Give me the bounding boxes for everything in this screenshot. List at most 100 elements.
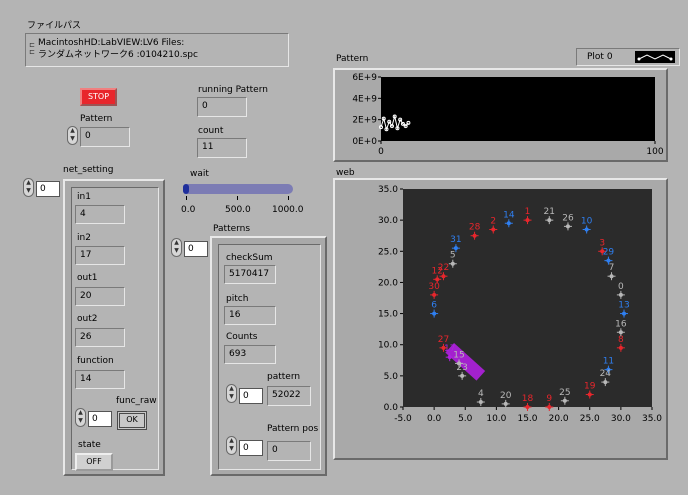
y-tick-label: 35.0	[378, 185, 398, 195]
node-label: 24	[600, 369, 612, 379]
pattern-control-label: Pattern	[80, 114, 113, 124]
web-graph-label: web	[336, 168, 355, 178]
node-label: 7	[609, 263, 615, 273]
node-label: 14	[503, 210, 515, 220]
patterns-index-input[interactable]: 0	[184, 241, 208, 257]
pattern-control-input[interactable]: 0	[80, 127, 130, 147]
pattern-value-indicator: 52022	[267, 386, 311, 406]
function-indicator: 14	[75, 370, 125, 389]
node-point	[472, 233, 477, 238]
node-label: 29	[603, 248, 615, 258]
state-toggle[interactable]: OFF	[75, 453, 113, 471]
counts-indicator: 693	[224, 345, 276, 364]
plot-area	[381, 77, 655, 141]
node-label: 26	[562, 213, 574, 223]
func-raw-label: func_raw	[116, 396, 157, 406]
wait-slider-track[interactable]	[183, 184, 293, 194]
node-point	[503, 401, 508, 406]
node-point	[453, 246, 458, 251]
func-raw-input[interactable]: 0	[88, 411, 112, 427]
node-label: 10	[581, 216, 593, 226]
y-tick-label: 0.0	[384, 403, 399, 413]
pattern-pos-index-input[interactable]: 0	[239, 440, 263, 456]
node-label: 2	[490, 216, 496, 226]
y-tick-label: 0E+0	[352, 137, 377, 147]
node-point	[547, 405, 552, 409]
checksum-indicator: 5170417	[224, 265, 276, 284]
y-tick-label: 4E+9	[352, 94, 377, 104]
node-label: 11	[603, 357, 614, 367]
patterns-index-stepper[interactable]: ▲ ▼	[171, 238, 182, 257]
out1-label: out1	[77, 273, 98, 283]
pitch-indicator: 16	[224, 306, 276, 325]
out1-indicator: 20	[75, 287, 125, 306]
node-point	[478, 400, 483, 405]
node-point	[562, 398, 567, 403]
pattern-index-input[interactable]: 0	[239, 388, 263, 404]
pattern-label: pattern	[267, 372, 301, 382]
plot-line-style-icon	[635, 51, 675, 63]
count-label: count	[198, 126, 224, 136]
net-setting-index-stepper[interactable]: ▲ ▼	[23, 178, 34, 197]
in1-label: in1	[77, 192, 91, 202]
in2-indicator: 17	[75, 246, 125, 265]
pattern-stepper[interactable]: ▲ ▼	[67, 126, 78, 145]
func-raw-ok-button[interactable]: OK	[117, 411, 147, 430]
node-point	[441, 345, 446, 350]
y-tick-label: 20.0	[378, 278, 398, 288]
node-point	[609, 274, 614, 279]
pattern-index-stepper[interactable]: ▲ ▼	[226, 384, 237, 403]
node-label: 16	[615, 319, 627, 329]
y-tick-label: 30.0	[378, 216, 398, 226]
y-tick-label: 5.0	[384, 372, 399, 382]
y-tick-label: 6E+9	[352, 73, 377, 83]
node-point	[565, 224, 570, 229]
node-label: 19	[584, 382, 596, 392]
node-label: 13	[618, 301, 629, 311]
wait-tick	[186, 196, 187, 200]
pattern-pos-stepper[interactable]: ▲ ▼	[226, 436, 237, 455]
x-tick-label: 10.0	[486, 414, 506, 424]
node-point	[621, 311, 626, 316]
node-label: 23	[456, 363, 467, 373]
out2-indicator: 26	[75, 328, 125, 347]
node-point	[525, 405, 530, 409]
net-setting-label: net_setting	[63, 165, 114, 175]
node-point	[587, 392, 592, 397]
node-label: 20	[500, 391, 512, 401]
node-label: 18	[522, 394, 534, 404]
node-point	[506, 221, 511, 226]
plot-legend-label: Plot 0	[587, 52, 613, 62]
node-point	[547, 218, 552, 223]
out2-label: out2	[77, 314, 98, 324]
node-point	[618, 292, 623, 297]
func-raw-stepper[interactable]: ▲ ▼	[75, 408, 86, 427]
stop-button[interactable]: STOP	[80, 88, 117, 106]
x-tick-label: -5.0	[394, 414, 412, 424]
node-point	[432, 292, 437, 297]
running-pattern-label: running Pattern	[198, 85, 268, 95]
node-label: 0	[618, 282, 624, 292]
wait-tick-label: 1000.0	[272, 205, 304, 215]
node-point	[450, 261, 455, 266]
pattern-graph-label: Pattern	[336, 54, 369, 64]
node-point	[435, 277, 440, 282]
node-label: 21	[544, 207, 555, 217]
counts-label: Counts	[226, 332, 258, 342]
node-label: 1	[525, 207, 531, 217]
wait-slider-handle[interactable]	[183, 184, 189, 194]
in2-label: in2	[77, 233, 91, 243]
node-point	[441, 274, 446, 279]
x-tick-label: 30.0	[611, 414, 631, 424]
wait-label: wait	[190, 169, 209, 179]
file-path-line-2: ランダムネットワーク6 :0104210.spc	[38, 50, 198, 60]
node-point	[584, 227, 589, 232]
node-label: 9	[546, 394, 552, 404]
plot-legend[interactable]: Plot 0	[576, 48, 680, 66]
net-setting-index-input[interactable]: 0	[36, 181, 60, 197]
node-label: 31	[450, 235, 461, 245]
x-tick-label: 35.0	[642, 414, 662, 424]
x-tick-label: 0.0	[427, 414, 442, 424]
node-label: 8	[618, 335, 624, 345]
node-point	[606, 258, 611, 263]
